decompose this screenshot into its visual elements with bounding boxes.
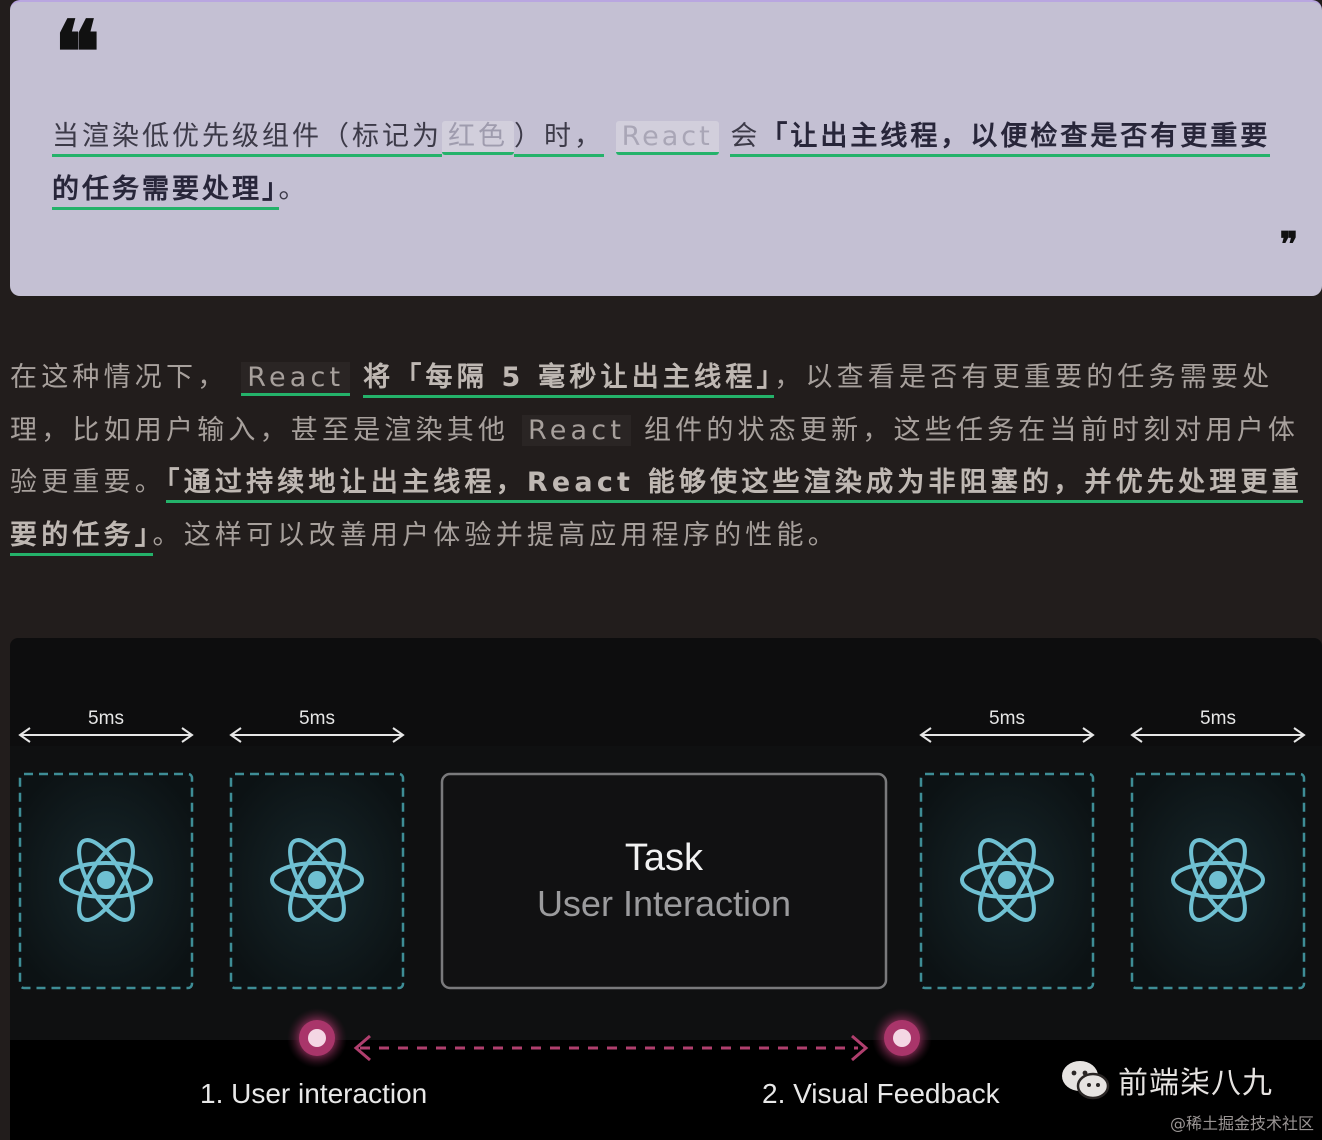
task-box — [440, 772, 888, 990]
site-credit: @稀土掘金技术社区 — [1169, 1114, 1314, 1133]
wechat-icon — [1062, 1061, 1110, 1100]
para-bold: 将「每隔 5 毫秒让出主线程」 — [363, 362, 775, 398]
watermark: 前端柒八九 — [1060, 1058, 1273, 1102]
close-quote-icon: ❞ — [1279, 225, 1298, 265]
step2-label: 2. Visual Feedback — [762, 1078, 1001, 1109]
quote-text: 当渲染低优先级组件（标记为 红色 ）时， React 会「让出主线程，以便检查是否有… — [52, 110, 1292, 216]
task-title: Task — [625, 837, 704, 879]
marker-end — [872, 1008, 932, 1068]
quote-end: 。 — [278, 174, 309, 205]
inline-code: React — [522, 414, 632, 446]
slice-label: 5ms — [299, 708, 335, 729]
quote-segment: 会 — [730, 121, 761, 157]
blockquote: ❝ 当渲染低优先级组件（标记为 红色 ）时， React 会「让出主线程，以便检查是… — [10, 0, 1322, 296]
body-paragraph: 在这种情况下， React 将「每隔 5 毫秒让出主线程」，以查看是否有更重要的… — [10, 352, 1322, 562]
watermark-label: 前端柒八九 — [1118, 1066, 1273, 1101]
inline-code: React — [241, 362, 351, 396]
quote-segment: ）时， — [514, 121, 604, 157]
marker-start — [287, 1008, 347, 1068]
task-subtitle: User Interaction — [537, 883, 791, 924]
inline-code: 红色 — [442, 121, 514, 155]
step1-label: 1. User interaction — [200, 1078, 427, 1109]
quote-segment: 当渲染低优先级组件（标记为 — [52, 121, 442, 157]
inline-code: React — [615, 121, 719, 155]
open-quote-icon: ❝ — [54, 2, 101, 103]
slice-label: 5ms — [989, 708, 1025, 729]
slice-label: 5ms — [88, 708, 124, 729]
slice-label: 5ms — [1200, 708, 1236, 729]
para-segment: 在这种情况下， — [10, 362, 229, 393]
para-segment: 。这样可以改善用户体验并提高应用程序的性能。 — [152, 519, 839, 551]
